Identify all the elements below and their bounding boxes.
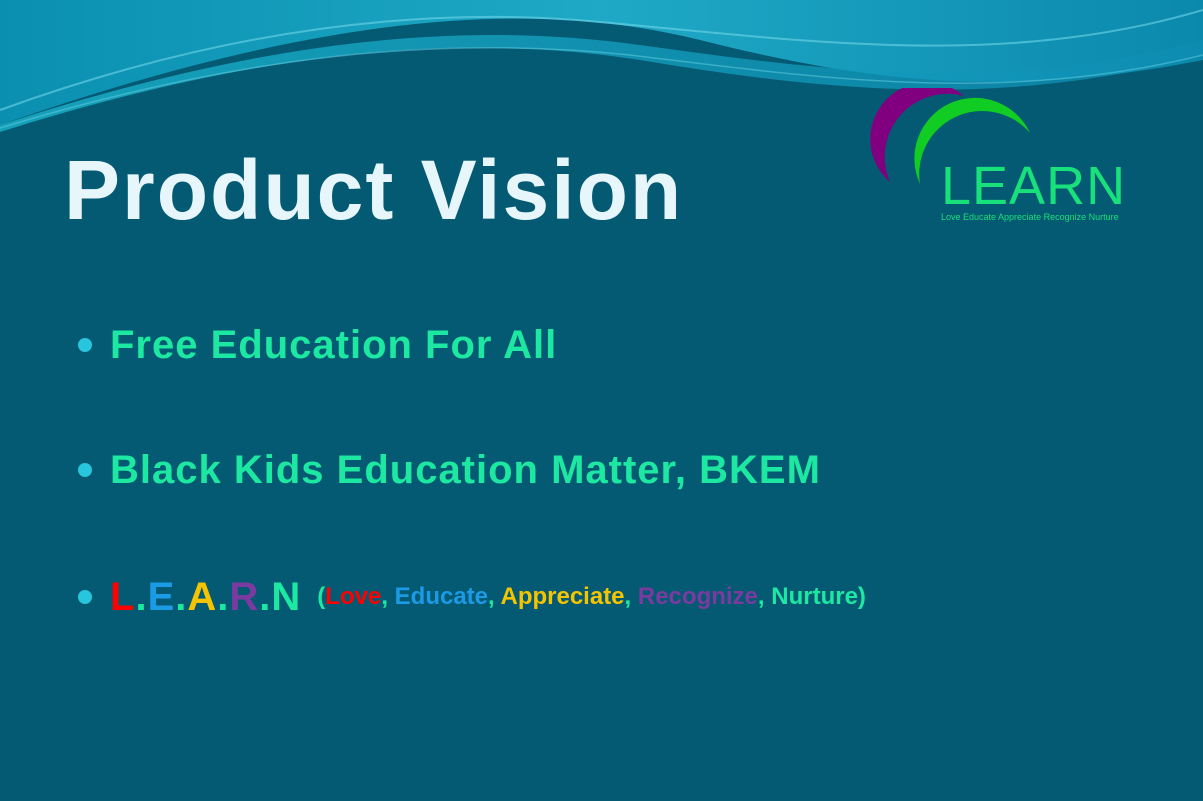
acronym-letter: E — [147, 574, 176, 619]
logo-tagline: Love Educate Appreciate Recognize Nurtur… — [941, 212, 1119, 222]
learn-description: (Love, Educate, Appreciate, Recognize, N… — [317, 583, 866, 611]
description-segment: Love — [325, 583, 382, 610]
bullet-dot-icon — [78, 463, 92, 477]
learn-logo: LEARN Love Educate Appreciate Recognize … — [800, 82, 1160, 333]
acronym-letter: L — [110, 574, 136, 619]
acronym-letter: . — [217, 574, 230, 619]
bullet-item: Free Education For All — [78, 318, 557, 372]
description-segment: , — [381, 583, 395, 610]
bullet-dot-icon — [78, 338, 92, 352]
acronym-letter: R — [229, 574, 260, 619]
description-segment: , — [624, 583, 638, 610]
bullet-text: Black Kids Education Matter, BKEM — [110, 447, 821, 492]
acronym-letter: A — [187, 574, 218, 619]
acronym-letter: . — [135, 574, 148, 619]
description-segment: Educate — [394, 583, 489, 610]
slide: Product Vision LEARN Love Educate Apprec… — [0, 0, 1203, 801]
blue-crescent — [814, 198, 946, 286]
learn-acronym: L.E.A.R.N — [110, 575, 301, 620]
description-segment: , — [488, 583, 501, 610]
acronym-letter: N — [271, 574, 302, 619]
acronym-letter: . — [259, 574, 272, 619]
description-segment: , Nurture) — [757, 583, 866, 610]
description-segment: Recognize — [637, 583, 758, 610]
bullet-item: Black Kids Education Matter, BKEM — [78, 443, 821, 497]
red-crescent — [840, 220, 961, 322]
logo-wordmark: LEARN — [941, 156, 1127, 216]
description-segment: Appreciate — [500, 583, 625, 610]
bullet-dot-icon — [78, 590, 92, 604]
bullet-text: Free Education For All — [110, 322, 558, 367]
bullet-item-learn: L.E.A.R.N (Love, Educate, Appreciate, Re… — [78, 570, 866, 624]
page-title: Product Vision — [64, 143, 684, 237]
acronym-letter: . — [175, 574, 188, 619]
